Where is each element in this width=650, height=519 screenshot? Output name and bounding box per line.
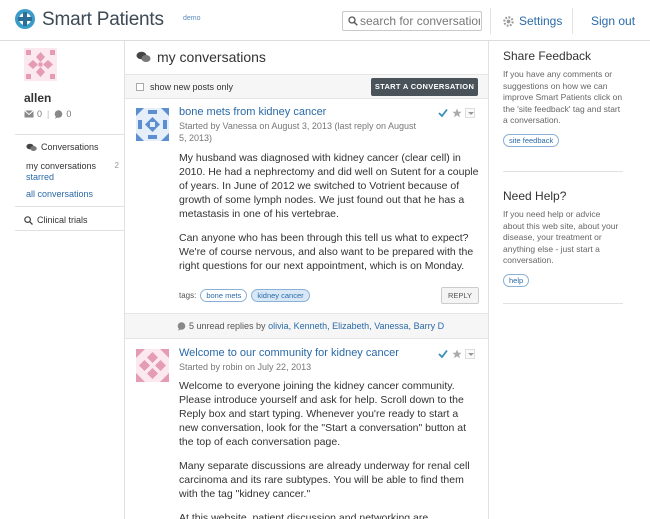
need-help-title: Need Help? — [503, 189, 567, 203]
sign-out-link[interactable]: Sign out — [591, 14, 635, 28]
comment-icon[interactable] — [54, 109, 63, 119]
author-avatar[interactable] — [136, 349, 169, 382]
author-avatar[interactable] — [136, 108, 169, 141]
clinical-trials-label: Clinical trials — [37, 215, 88, 225]
page-title: my conversations — [136, 49, 266, 65]
conversations-header[interactable]: Conversations — [26, 142, 99, 152]
messages-count: 0 — [37, 109, 43, 119]
reply-author-link[interactable]: olivia, — [268, 321, 291, 331]
magnifier-icon — [24, 215, 33, 225]
unread-replies-text: 5 unread replies by — [189, 321, 266, 331]
settings-link[interactable]: Settings — [502, 14, 562, 28]
speech-bubbles-icon — [136, 51, 151, 62]
username[interactable]: allen — [24, 91, 51, 105]
user-avatar[interactable] — [24, 48, 57, 81]
check-icon[interactable] — [438, 349, 448, 359]
sidebar-item-all-conversations[interactable]: all conversations — [26, 189, 93, 199]
tags-label: tags: — [179, 291, 197, 300]
conversations-nav: Conversations my conversations 2 starred… — [15, 134, 125, 207]
share-feedback-title: Share Feedback — [503, 49, 592, 63]
my-conversations-count: 2 — [114, 161, 119, 170]
post-paragraph: Many separate discussions are already un… — [179, 460, 470, 500]
conversation-toolbar: show new posts only START A CONVERSATION — [125, 74, 488, 99]
check-icon[interactable] — [438, 108, 448, 118]
sidebar-item-my-conversations[interactable]: my conversations — [26, 161, 96, 171]
demo-label: demo — [183, 15, 201, 22]
conversation-meta: Started by Vanessa on August 3, 2013 (la… — [179, 121, 416, 143]
conversation-title[interactable]: Welcome to our community for kidney canc… — [179, 347, 399, 359]
comments-count: 0 — [66, 109, 72, 119]
chevron-down-icon[interactable] — [465, 108, 475, 118]
section-divider — [503, 303, 623, 304]
gear-icon — [503, 15, 514, 27]
tag-bone-mets[interactable]: bone mets — [200, 289, 248, 302]
post-paragraph: My husband was diagnosed with kidney can… — [179, 152, 479, 220]
need-help-section: Need Help? If you need help or advice ab… — [503, 189, 623, 287]
post-paragraph: Welcome to everyone joining the kidney c… — [179, 380, 467, 448]
tag-help[interactable]: help — [503, 273, 530, 287]
reply-author-link[interactable]: Kenneth, — [294, 321, 330, 331]
comment-icon — [177, 321, 186, 331]
search-box[interactable] — [342, 11, 482, 31]
unread-names: olivia, Kenneth, Elizabeth, Vanessa, Bar… — [266, 321, 445, 331]
reply-button[interactable]: REPLY — [441, 287, 479, 304]
show-new-posts-label[interactable]: show new posts only — [150, 82, 233, 92]
main-content: my conversations show new posts only STA… — [125, 41, 488, 519]
conversations-label: Conversations — [41, 142, 99, 152]
section-divider — [503, 171, 623, 172]
header-divider — [572, 8, 573, 34]
conversation-meta: Started by robin on July 22, 2013 — [179, 362, 312, 372]
conversation-body: My husband was diagnosed with kidney can… — [179, 151, 479, 283]
left-sidebar: allen 0 | 0 Conversations my conversatio… — [0, 41, 125, 519]
conversation-body: Welcome to everyone joining the kidney c… — [179, 379, 479, 519]
page-title-text: my conversations — [157, 49, 266, 65]
conversation-actions — [438, 108, 475, 118]
show-new-posts-checkbox[interactable] — [136, 83, 144, 91]
settings-label: Settings — [519, 14, 563, 28]
start-conversation-button[interactable]: START A CONVERSATION — [371, 78, 478, 96]
sidebar-item-clinical-trials[interactable]: Clinical trials — [15, 207, 125, 231]
need-help-text: If you need help or advice about this we… — [503, 209, 619, 265]
post-paragraph: Can anyone who has been through this tel… — [179, 232, 474, 272]
post-paragraph: At this website, patient discussion and … — [179, 512, 437, 519]
tag-list: tags: bone mets kidney cancer — [179, 289, 310, 302]
chevron-down-icon[interactable] — [465, 349, 475, 359]
share-feedback-text: If you have any comments or suggestions … — [503, 69, 623, 125]
reply-author-link[interactable]: Barry D — [414, 321, 445, 331]
header-divider — [490, 8, 491, 34]
sidebar-item-starred[interactable]: starred — [26, 172, 54, 182]
unread-replies-bar[interactable]: 5 unread replies by olivia, Kenneth, Eli… — [125, 313, 488, 339]
user-counts: 0 | 0 — [24, 109, 76, 119]
search-icon — [348, 16, 358, 26]
counts-divider: | — [47, 109, 50, 119]
brand-name[interactable]: Smart Patients — [42, 9, 164, 31]
search-input[interactable] — [360, 13, 480, 29]
top-header: Smart Patients demo Settings Sign out — [0, 0, 650, 41]
reply-author-link[interactable]: Elizabeth, — [332, 321, 372, 331]
star-icon[interactable] — [452, 108, 462, 118]
reply-author-link[interactable]: Vanessa, — [374, 321, 411, 331]
share-feedback-section: Share Feedback If you have any comments … — [503, 49, 623, 147]
star-icon[interactable] — [452, 349, 462, 359]
conversation-item: Welcome to our community for kidney canc… — [125, 340, 488, 519]
logo-icon[interactable] — [14, 8, 36, 30]
speech-bubbles-icon — [26, 143, 37, 151]
conversation-title[interactable]: bone mets from kidney cancer — [179, 106, 326, 118]
tag-kidney-cancer[interactable]: kidney cancer — [251, 289, 310, 302]
right-sidebar: Share Feedback If you have any comments … — [488, 41, 650, 519]
envelope-icon[interactable] — [24, 110, 34, 118]
conversation-actions — [438, 349, 475, 359]
tag-site-feedback[interactable]: site feedback — [503, 133, 560, 147]
